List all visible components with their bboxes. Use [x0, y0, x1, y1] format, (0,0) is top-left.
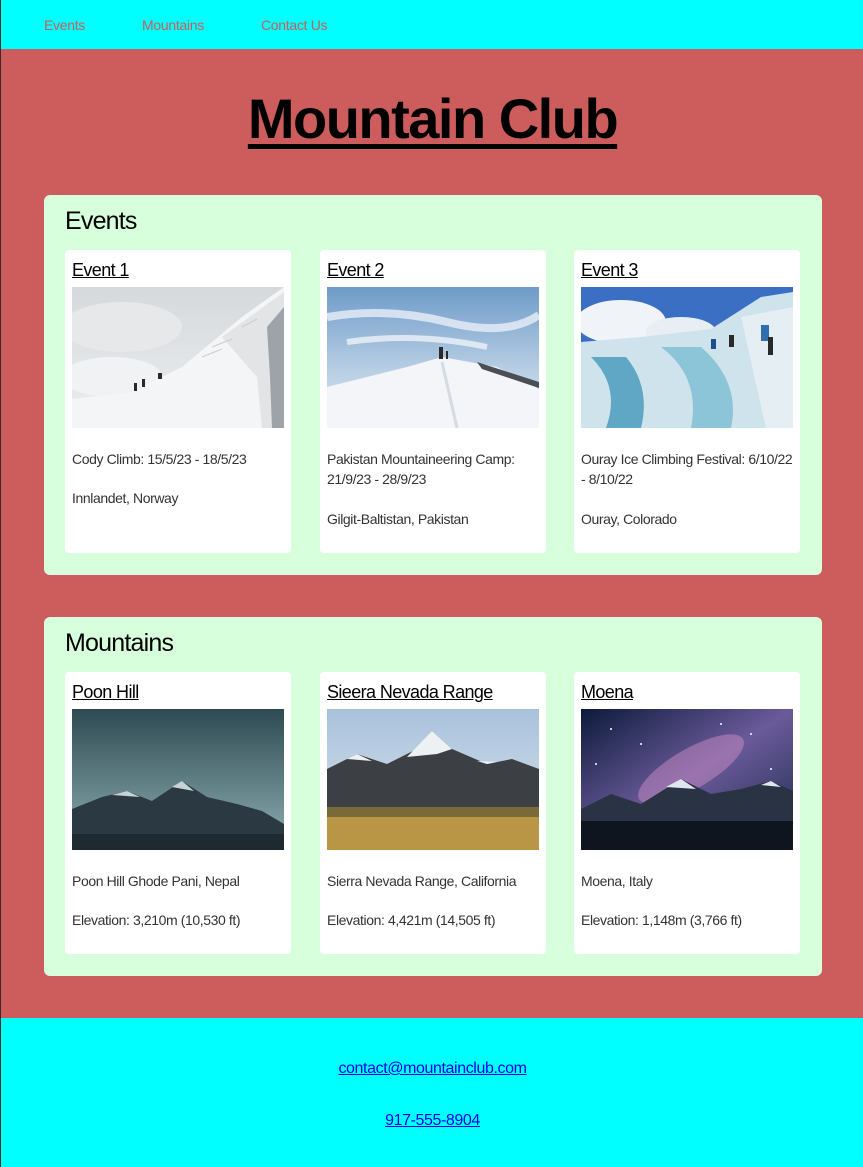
event-title[interactable]: Event 2: [327, 260, 384, 281]
mountain-image: [327, 709, 539, 850]
mountain-card: Sieera Nevada Range Sierra Nevada Range,…: [320, 672, 546, 954]
mountain-location: Sierra Nevada Range, California: [327, 873, 517, 889]
events-section: Events Event 1 Cody Climb: 15/5/23 - 18/…: [44, 195, 822, 575]
mountain-card: Moena Moena, Italy Elevation: 1,148m (3,…: [574, 672, 800, 954]
event-image: [581, 287, 793, 428]
mountains-heading: Mountains: [65, 629, 174, 657]
event-title[interactable]: Event 1: [72, 260, 129, 281]
event-location: Gilgit-Baltistan, Pakistan: [327, 511, 469, 527]
top-nav: Events Mountains Contact Us: [1, 0, 863, 49]
mountain-elevation: Elevation: 1,148m (3,766 ft): [581, 912, 742, 928]
event-title[interactable]: Event 3: [581, 260, 638, 281]
mountain-title[interactable]: Sieera Nevada Range: [327, 682, 493, 703]
mountain-elevation: Elevation: 4,421m (14,505 ft): [327, 912, 496, 928]
events-heading: Events: [65, 207, 137, 235]
mountain-image: [581, 709, 793, 850]
mountain-card: Poon Hill Poon Hill Ghode Pani, Nepal El…: [65, 672, 291, 954]
event-image: [72, 287, 284, 428]
mountain-title[interactable]: Poon Hill: [72, 682, 139, 703]
mountain-elevation: Elevation: 3,210m (10,530 ft): [72, 912, 241, 928]
event-date: Ouray Ice Climbing Festival: 6/10/22 - 8…: [581, 451, 793, 487]
nav-link-events[interactable]: Events: [44, 17, 85, 33]
nav-link-mountains[interactable]: Mountains: [142, 17, 204, 33]
event-card: Event 2 Pakistan Mountaineering Camp: 21…: [320, 250, 546, 553]
mountain-image: [72, 709, 284, 850]
mountain-title[interactable]: Moena: [581, 682, 634, 703]
contact-phone-link[interactable]: 917-555-8904: [1, 1112, 863, 1130]
event-image: [327, 287, 539, 428]
event-location: Ouray, Colorado: [581, 511, 677, 527]
event-date: Pakistan Mountaineering Camp: 21/9/23 - …: [327, 451, 515, 487]
event-date: Cody Climb: 15/5/23 - 18/5/23: [72, 451, 247, 467]
footer: contact@mountainclub.com 917-555-8904: [1, 1018, 863, 1167]
nav-link-contact-us[interactable]: Contact Us: [261, 17, 328, 33]
contact-email-link[interactable]: contact@mountainclub.com: [1, 1060, 863, 1078]
event-card: Event 3 Ouray Ice Climbing Festival: 6/1…: [574, 250, 800, 553]
mountain-location: Poon Hill Ghode Pani, Nepal: [72, 873, 240, 889]
page-title: Mountain Club: [247, 87, 619, 150]
page: Events Mountains Contact Us Mountain Clu…: [0, 0, 863, 1167]
mountain-location: Moena, Italy: [581, 873, 653, 889]
event-card: Event 1 Cody Climb: 15/5/23 - 18/5/23 In…: [65, 250, 291, 553]
event-location: Innlandet, Norway: [72, 490, 179, 506]
mountains-section: Mountains Poon Hill Poon Hill Ghode Pani…: [44, 617, 822, 976]
